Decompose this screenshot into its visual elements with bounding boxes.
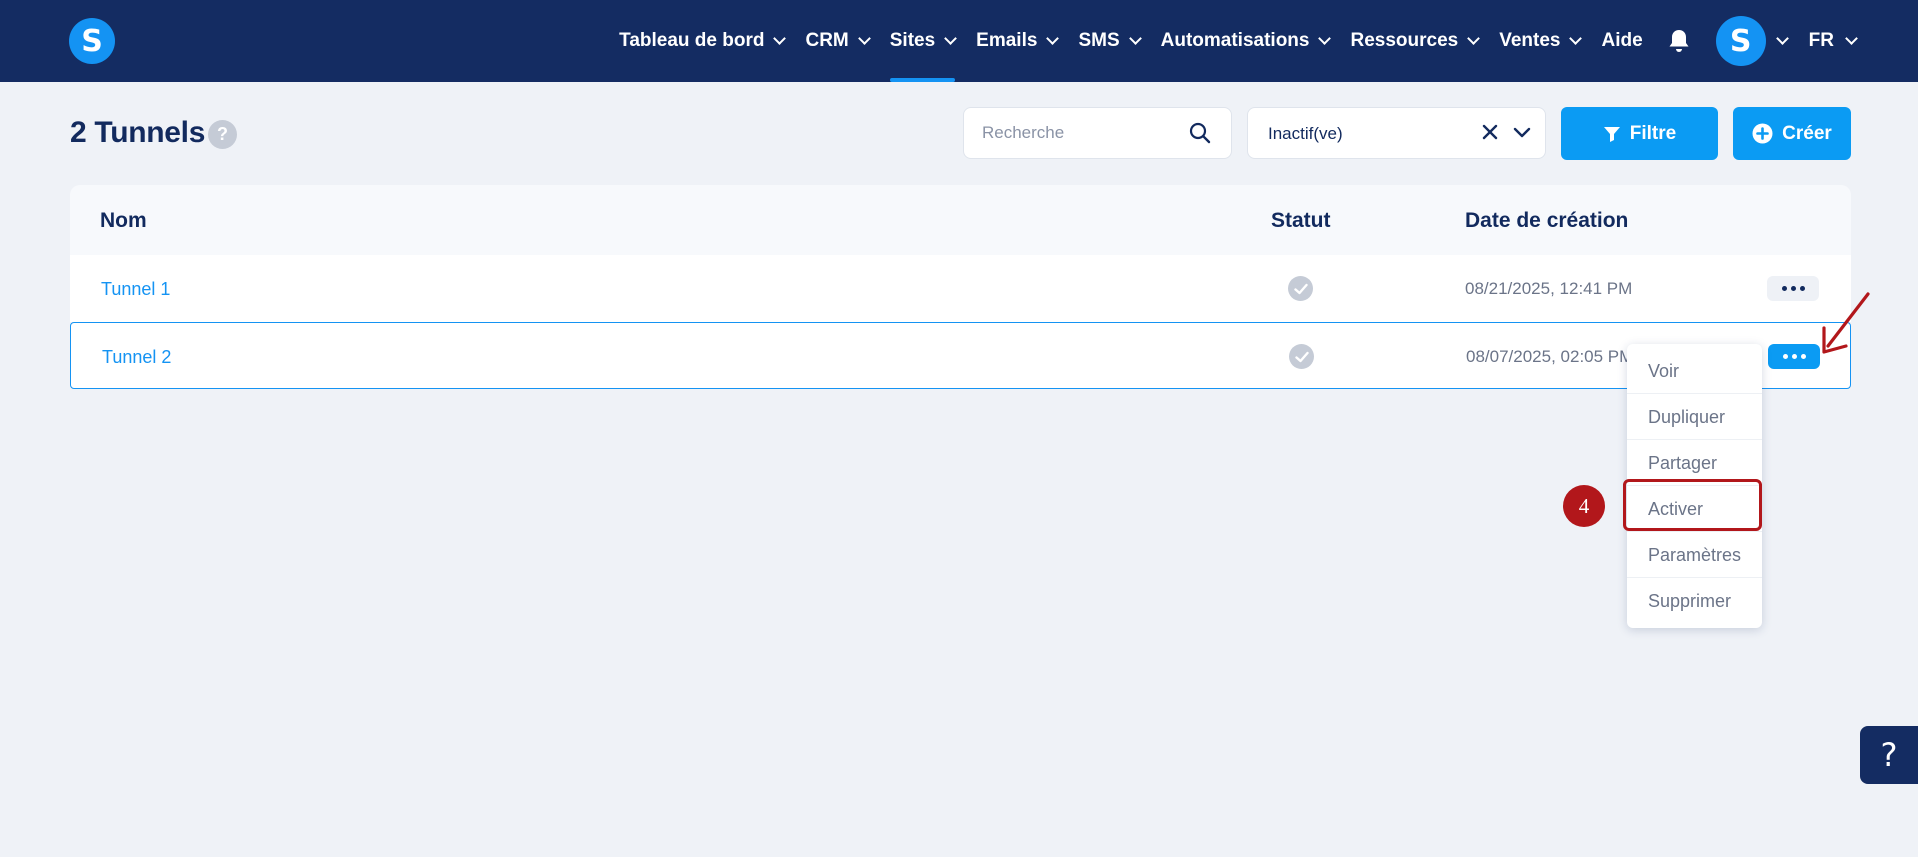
nav-label: Sites — [889, 30, 936, 51]
nav-item-help[interactable]: Aide — [1601, 0, 1642, 82]
bell-icon[interactable] — [1668, 29, 1690, 53]
create-button-label: Créer — [1782, 122, 1832, 144]
help-button[interactable]: ? — [1860, 726, 1918, 784]
create-button[interactable]: Créer — [1733, 107, 1851, 160]
nav-item-sms[interactable]: SMS — [1078, 0, 1142, 82]
menu-item-duplicate[interactable]: Dupliquer — [1627, 394, 1762, 440]
created-date: 08/07/2025, 02:05 PM — [1466, 347, 1634, 366]
dot-icon — [1800, 354, 1806, 359]
chevron-down-icon — [1845, 31, 1858, 45]
column-header-status[interactable]: Statut — [1271, 209, 1331, 233]
status-filter-select[interactable]: Inactif(ve) — [1247, 107, 1546, 159]
nav-item-sites[interactable]: Sites — [889, 0, 958, 82]
main-nav: Tableau de bord CRM Sites Emails SMS Aut… — [598, 0, 1858, 82]
nav-item-emails[interactable]: Emails — [976, 0, 1060, 82]
nav-item-crm[interactable]: CRM — [805, 0, 871, 82]
chevron-down-icon — [773, 31, 787, 45]
step-highlight-box — [1623, 479, 1762, 531]
pointer-arrow-icon — [1822, 292, 1870, 354]
menu-item-delete[interactable]: Supprimer — [1627, 578, 1762, 624]
page-title: 2 Tunnels — [70, 116, 206, 149]
nav-label: SMS — [1078, 30, 1120, 51]
status-check-icon — [1289, 344, 1314, 369]
nav-item-sales[interactable]: Ventes — [1499, 0, 1583, 82]
chevron-down-icon — [944, 31, 958, 45]
column-header-name[interactable]: Nom — [100, 209, 147, 233]
step-number-badge: 4 — [1563, 485, 1605, 527]
status-filter-value: Inactif(ve) — [1268, 124, 1343, 143]
tunnels-table: Nom Statut Date de création Tunnel 1 08/… — [70, 185, 1851, 389]
nav-label: Emails — [976, 30, 1038, 51]
table-row[interactable]: Tunnel 2 08/07/2025, 02:05 PM — [70, 322, 1851, 389]
row-actions-button[interactable] — [1767, 276, 1819, 301]
chevron-down-icon — [1046, 31, 1060, 45]
nav-label: Aide — [1601, 30, 1643, 51]
filter-button[interactable]: Filtre — [1561, 107, 1718, 160]
search-icon[interactable] — [1189, 122, 1211, 149]
nav-item-resources[interactable]: Ressources — [1350, 0, 1481, 82]
filter-button-label: Filtre — [1629, 122, 1677, 144]
search-input[interactable] — [982, 108, 1182, 158]
dot-icon — [1790, 286, 1796, 291]
tunnel-name-link[interactable]: Tunnel 2 — [102, 347, 171, 368]
filter-icon — [1603, 126, 1620, 142]
nav-item-automations[interactable]: Automatisations — [1160, 0, 1332, 82]
language-label: FR — [1808, 30, 1834, 51]
language-selector[interactable]: FR — [1808, 30, 1858, 52]
help-icon[interactable]: ? — [208, 120, 237, 149]
nav-label: Tableau de bord — [619, 30, 765, 51]
dot-icon — [1799, 286, 1805, 291]
avatar[interactable]: S — [1715, 16, 1766, 66]
chevron-down-icon — [1128, 31, 1142, 45]
nav-label: Ressources — [1350, 30, 1459, 51]
tunnel-name-link[interactable]: Tunnel 1 — [101, 279, 170, 300]
menu-item-settings[interactable]: Paramètres — [1627, 532, 1762, 578]
nav-label: Automatisations — [1160, 30, 1310, 51]
chevron-down-icon — [1318, 31, 1332, 45]
table-row[interactable]: Tunnel 1 08/21/2025, 12:41 PM — [70, 255, 1851, 322]
table-header: Nom Statut Date de création — [70, 185, 1851, 255]
plus-circle-icon — [1752, 123, 1773, 144]
chevron-down-icon — [1467, 31, 1481, 45]
status-check-icon — [1288, 276, 1313, 301]
chevron-down-icon[interactable] — [1512, 124, 1532, 147]
menu-item-view[interactable]: Voir — [1627, 348, 1762, 394]
created-date: 08/21/2025, 12:41 PM — [1465, 279, 1633, 298]
dot-icon — [1782, 354, 1788, 359]
chevron-down-icon — [857, 31, 871, 45]
app-logo[interactable]: S — [69, 18, 115, 64]
nav-item-dashboard[interactable]: Tableau de bord — [619, 0, 787, 82]
row-actions-button[interactable] — [1768, 344, 1820, 369]
search-box — [963, 107, 1232, 159]
chevron-down-icon — [1569, 31, 1583, 45]
top-navbar: S Tableau de bord CRM Sites Emails SMS A… — [0, 0, 1918, 82]
dot-icon — [1781, 286, 1787, 291]
dot-icon — [1791, 354, 1797, 359]
clear-icon[interactable] — [1480, 122, 1500, 147]
nav-label: Ventes — [1499, 30, 1561, 51]
chevron-down-icon[interactable] — [1775, 31, 1789, 45]
nav-label: CRM — [805, 30, 849, 51]
column-header-created[interactable]: Date de création — [1465, 209, 1628, 233]
